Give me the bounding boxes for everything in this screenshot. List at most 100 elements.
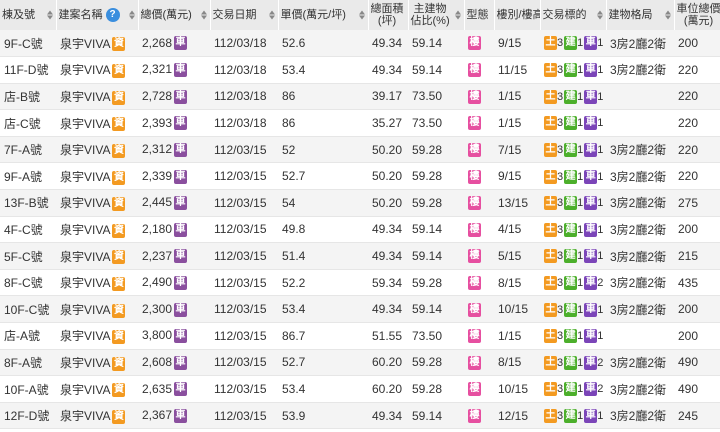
sort-icon[interactable]: [454, 10, 461, 20]
header-parking[interactable]: 車位總價 (萬元): [674, 0, 720, 30]
table-row[interactable]: 12F-D號 泉宇VIVA 資 2,367 車 112/03/15 53.9 49.34 59.…: [0, 402, 720, 430]
parking-price-cell: 215: [674, 242, 720, 270]
sort-icon[interactable]: [200, 10, 207, 20]
sort-icon[interactable]: [46, 10, 53, 20]
building-type-icon: 樓: [468, 36, 481, 51]
sort-icon[interactable]: [358, 10, 365, 20]
project-cell[interactable]: 泉宇VIVA 資: [56, 295, 138, 324]
header-date[interactable]: 交易日期: [210, 0, 279, 30]
floor-cell: 10/15: [494, 375, 540, 403]
main-ratio-cell: 59.14: [408, 216, 464, 244]
help-icon[interactable]: ?: [105, 8, 120, 22]
unit-cell: 5F-C號: [0, 242, 56, 270]
area-cell: 60.20: [368, 375, 408, 403]
table-row[interactable]: 11F-D號 泉宇VIVA 資 2,321 車 112/03/18 53.4 49.34 59.…: [0, 56, 720, 84]
floor-cell: 11/15: [494, 56, 540, 84]
table-row[interactable]: 店-A號 泉宇VIVA 資 3,800 車 112/03/15 86.7 51.55 73.50…: [0, 322, 720, 350]
project-cell[interactable]: 泉宇VIVA 資: [56, 216, 138, 244]
project-link[interactable]: 泉宇VIVA: [60, 223, 110, 237]
layout-cell: 3房2廳2衛: [606, 402, 674, 430]
project-cell[interactable]: 泉宇VIVA 資: [56, 322, 138, 350]
header-target[interactable]: 交易標的: [540, 0, 607, 30]
project-link[interactable]: 泉宇VIVA: [60, 63, 110, 77]
header-type[interactable]: 型態: [464, 0, 495, 30]
project-link[interactable]: 泉宇VIVA: [60, 90, 110, 104]
capital-badge-icon[interactable]: 資: [112, 250, 126, 265]
type-cell: 樓: [464, 109, 494, 137]
project-cell[interactable]: 泉宇VIVA 資: [56, 136, 138, 164]
header-floor[interactable]: 樓別/樓高: [494, 0, 541, 30]
project-link[interactable]: 泉宇VIVA: [60, 37, 110, 51]
table-row[interactable]: 8F-C號 泉宇VIVA 資 2,490 車 112/03/15 52.2 59.34 59.2…: [0, 269, 720, 297]
capital-badge-icon[interactable]: 資: [112, 330, 126, 345]
layout-cell: 3房2廳2衛: [606, 30, 674, 58]
project-cell[interactable]: 泉宇VIVA 資: [56, 109, 138, 137]
floor-cell: 7/15: [494, 136, 540, 164]
sort-icon[interactable]: [268, 10, 275, 20]
project-cell[interactable]: 泉宇VIVA 資: [56, 375, 138, 403]
table-row[interactable]: 5F-C號 泉宇VIVA 資 2,237 車 112/03/15 51.4 49.34 59.1…: [0, 242, 720, 270]
table-row[interactable]: 9F-A號 泉宇VIVA 資 2,339 車 112/03/15 52.7 50.20 59.2…: [0, 162, 720, 191]
project-link[interactable]: 泉宇VIVA: [60, 329, 110, 343]
project-link[interactable]: 泉宇VIVA: [60, 196, 110, 210]
table-row[interactable]: 9F-C號 泉宇VIVA 資 2,268 車 112/03/18 52.6 49.34 59.1…: [0, 30, 720, 58]
table-row[interactable]: 8F-A號 泉宇VIVA 資 2,608 車 112/03/15 52.7 60.20 59.2…: [0, 349, 720, 377]
capital-badge-icon[interactable]: 資: [112, 223, 126, 238]
table-row[interactable]: 店-C號 泉宇VIVA 資 2,393 車 112/03/18 86 35.27 73.50 樓 1…: [0, 109, 720, 137]
capital-badge-icon[interactable]: 資: [112, 144, 126, 158]
table-row[interactable]: 13F-B號 泉宇VIVA 資 2,445 車 112/03/15 54 50.20 59.28…: [0, 189, 720, 217]
project-cell[interactable]: 泉宇VIVA 資: [56, 189, 138, 217]
capital-badge-icon[interactable]: 資: [112, 64, 126, 79]
date-cell: 112/03/15: [210, 349, 278, 377]
table-row[interactable]: 7F-A號 泉宇VIVA 資 2,312 車 112/03/15 52 50.20 59.28 樓…: [0, 136, 720, 164]
project-link[interactable]: 泉宇VIVA: [60, 409, 110, 423]
project-cell[interactable]: 泉宇VIVA 資: [56, 30, 138, 58]
project-link[interactable]: 泉宇VIVA: [60, 143, 110, 157]
table-body: 9F-C號 泉宇VIVA 資 2,268 車 112/03/18 52.6 49.34 59.1…: [0, 30, 720, 430]
sort-icon[interactable]: [128, 10, 135, 20]
sort-icon[interactable]: [664, 10, 671, 20]
header-total-price[interactable]: 總價(萬元): [138, 0, 211, 30]
table-row[interactable]: 店-B號 泉宇VIVA 資 2,728 車 112/03/18 86 39.17 73.50 樓 1…: [0, 83, 720, 111]
header-unit[interactable]: 棟及號: [0, 0, 57, 30]
project-cell[interactable]: 泉宇VIVA 資: [56, 242, 138, 270]
target-cell: 土3建1車1: [540, 216, 606, 244]
capital-badge-icon[interactable]: 資: [112, 409, 126, 424]
header-area[interactable]: 總面積 (坪): [368, 0, 409, 30]
project-cell[interactable]: 泉宇VIVA 資: [56, 402, 138, 430]
capital-badge-icon[interactable]: 資: [112, 356, 126, 371]
project-link[interactable]: 泉宇VIVA: [60, 356, 110, 370]
project-cell[interactable]: 泉宇VIVA 資: [56, 349, 138, 377]
building-type-icon: 樓: [468, 222, 481, 237]
date-cell: 112/03/15: [210, 295, 278, 324]
header-main-ratio[interactable]: 主建物 佔比(%): [408, 0, 465, 30]
project-link[interactable]: 泉宇VIVA: [60, 250, 110, 264]
capital-badge-icon[interactable]: 資: [112, 117, 126, 132]
header-unit-price[interactable]: 單價(萬元/坪): [278, 0, 369, 30]
type-cell: 樓: [464, 269, 494, 297]
project-link[interactable]: 泉宇VIVA: [60, 276, 110, 290]
unit-cell: 12F-D號: [0, 402, 56, 430]
project-link[interactable]: 泉宇VIVA: [60, 117, 110, 131]
header-layout[interactable]: 建物格局: [606, 0, 675, 30]
project-cell[interactable]: 泉宇VIVA 資: [56, 83, 138, 111]
project-cell[interactable]: 泉宇VIVA 資: [56, 56, 138, 84]
capital-badge-icon[interactable]: 資: [112, 37, 126, 52]
project-cell[interactable]: 泉宇VIVA 資: [56, 162, 138, 191]
capital-badge-icon[interactable]: 資: [112, 276, 126, 291]
project-link[interactable]: 泉宇VIVA: [60, 170, 110, 184]
capital-badge-icon[interactable]: 資: [112, 170, 126, 185]
area-cell: 59.34: [368, 269, 408, 297]
project-cell[interactable]: 泉宇VIVA 資: [56, 269, 138, 297]
capital-badge-icon[interactable]: 資: [112, 383, 126, 398]
capital-badge-icon[interactable]: 資: [112, 303, 126, 318]
header-project[interactable]: 建案名稱?: [56, 0, 139, 30]
capital-badge-icon[interactable]: 資: [112, 197, 126, 212]
table-row[interactable]: 10F-C號 泉宇VIVA 資 2,300 車 112/03/15 53.4 49.34 59.…: [0, 295, 720, 324]
sort-icon[interactable]: [596, 10, 603, 20]
capital-badge-icon[interactable]: 資: [112, 90, 126, 105]
table-row[interactable]: 10F-A號 泉宇VIVA 資 2,635 車 112/03/15 53.4 60.20 59.…: [0, 375, 720, 403]
project-link[interactable]: 泉宇VIVA: [60, 383, 110, 397]
table-row[interactable]: 4F-C號 泉宇VIVA 資 2,180 車 112/03/15 49.8 49.34 59.1…: [0, 216, 720, 244]
project-link[interactable]: 泉宇VIVA: [60, 303, 110, 317]
